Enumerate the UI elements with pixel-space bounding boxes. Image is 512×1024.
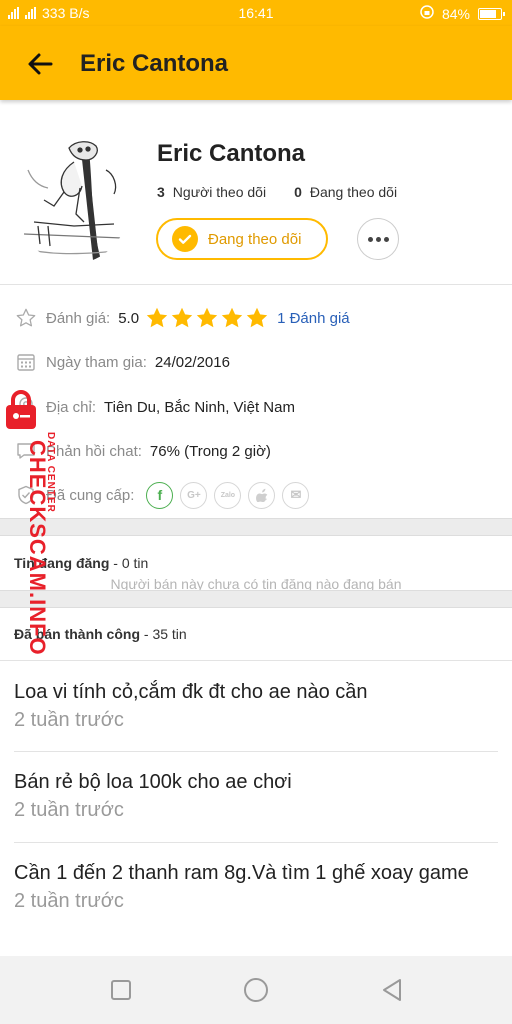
battery-percent: 84% — [441, 5, 470, 22]
listing-date: 2 tuần trước — [14, 799, 124, 821]
listing-title: Bán rẻ bộ loa 100k cho ae chơi — [14, 771, 292, 793]
list-item[interactable]: Loa vi tính cỏ,cắm đk đt cho ae nào cần … — [14, 679, 498, 732]
rating-stars — [145, 306, 269, 330]
app-bar: Eric Cantona — [0, 26, 512, 100]
google-plus-icon: G+ — [180, 481, 208, 509]
followers-count: 3 — [157, 184, 165, 200]
rating-count-link[interactable]: 1 Đánh giá — [277, 310, 350, 327]
address-value: Tiên Du, Bắc Ninh, Việt Nam — [104, 398, 295, 416]
list-item[interactable]: Bán rẻ bộ loa 100k cho ae chơi 2 tuần tr… — [14, 769, 498, 822]
join-date-label: Ngày tham gia: — [46, 353, 147, 371]
address-row: Địa chỉ: Tiên Du, Bắc Ninh, Việt Nam — [14, 395, 295, 419]
following-button-label: Đang theo dõi — [208, 230, 302, 248]
rating-value: 5.0 — [118, 309, 140, 327]
check-icon — [172, 226, 198, 252]
watermark: CHECKSCAM.INFO DATA CENTER — [4, 390, 56, 656]
profile-name: Eric Cantona — [157, 140, 306, 167]
page-title: Eric Cantona — [80, 50, 229, 77]
chat-response-value: 76% (Trong 2 giờ) — [149, 442, 271, 460]
verified-providers-row: Đã cung cấp: f G+ Zalo ✉ — [14, 481, 310, 509]
following-count: 0 — [294, 184, 302, 200]
star-filled-icon — [171, 307, 193, 328]
listing-date: 2 tuần trước — [14, 890, 124, 912]
star-outline-icon — [14, 306, 38, 330]
follow-stats: 3 Người theo dõi 0 Đang theo dõi — [157, 184, 397, 200]
rating-label: Đánh giá: — [46, 309, 111, 327]
lock-icon — [6, 390, 36, 429]
recent-apps-icon[interactable] — [107, 976, 135, 1004]
provided-label: Đã cung cấp: — [46, 486, 135, 504]
provider-icons: f G+ Zalo ✉ — [146, 481, 310, 509]
sold-listings-count: - 35 tin — [140, 626, 187, 642]
avatar — [14, 130, 132, 264]
calendar-icon — [14, 350, 38, 374]
join-date-value: 24/02/2016 — [154, 353, 230, 371]
followers-label: Người theo dõi — [172, 184, 267, 200]
status-bar: 333 B/s 16:41 84% — [0, 0, 512, 26]
system-nav-bar — [0, 956, 512, 1024]
join-date-row: Ngày tham gia: 24/02/2016 — [14, 350, 230, 374]
star-filled-icon — [246, 307, 268, 328]
star-filled-icon — [196, 307, 218, 328]
back-nav-icon[interactable] — [378, 976, 406, 1004]
apple-icon — [248, 481, 276, 509]
more-options-button[interactable] — [357, 218, 399, 260]
email-icon: ✉ — [282, 481, 310, 509]
active-listings-count: - 0 tin — [109, 555, 149, 571]
chat-response-label: Phản hồi chat: — [46, 442, 142, 460]
more-dot — [375, 236, 381, 242]
star-filled-icon — [221, 307, 243, 328]
rotation-lock-icon — [420, 5, 434, 22]
more-dot — [367, 236, 373, 242]
listing-title: Cần 1 đến 2 thanh ram 8g.Và tìm 1 ghế xo… — [14, 862, 469, 884]
more-dot — [383, 236, 389, 242]
divider — [14, 751, 498, 752]
section-separator — [0, 518, 512, 536]
listing-title: Loa vi tính cỏ,cắm đk đt cho ae nào cần — [14, 681, 368, 703]
arrow-left-icon[interactable] — [24, 48, 56, 80]
divider — [0, 660, 512, 661]
battery-fill — [480, 9, 496, 18]
following-button[interactable]: Đang theo dõi — [156, 218, 328, 260]
facebook-icon: f — [146, 481, 174, 509]
star-filled-icon — [146, 307, 168, 328]
rating-row: Đánh giá: 5.0 1 Đánh giá — [14, 306, 350, 330]
home-icon[interactable] — [242, 976, 270, 1004]
divider — [14, 842, 498, 843]
zalo-icon: Zalo — [214, 481, 242, 509]
following-label: Đang theo dõi — [309, 184, 398, 200]
list-item[interactable]: Cần 1 đến 2 thanh ram 8g.Và tìm 1 ghế xo… — [14, 860, 498, 913]
following-stat[interactable]: 0 Đang theo dõi — [294, 184, 397, 200]
watermark-subtext: DATA CENTER — [45, 432, 56, 513]
battery-icon — [478, 7, 505, 20]
listing-date: 2 tuần trước — [14, 709, 124, 731]
followers-stat[interactable]: 3 Người theo dõi — [157, 184, 266, 200]
divider — [0, 284, 512, 285]
section-separator — [0, 590, 512, 608]
